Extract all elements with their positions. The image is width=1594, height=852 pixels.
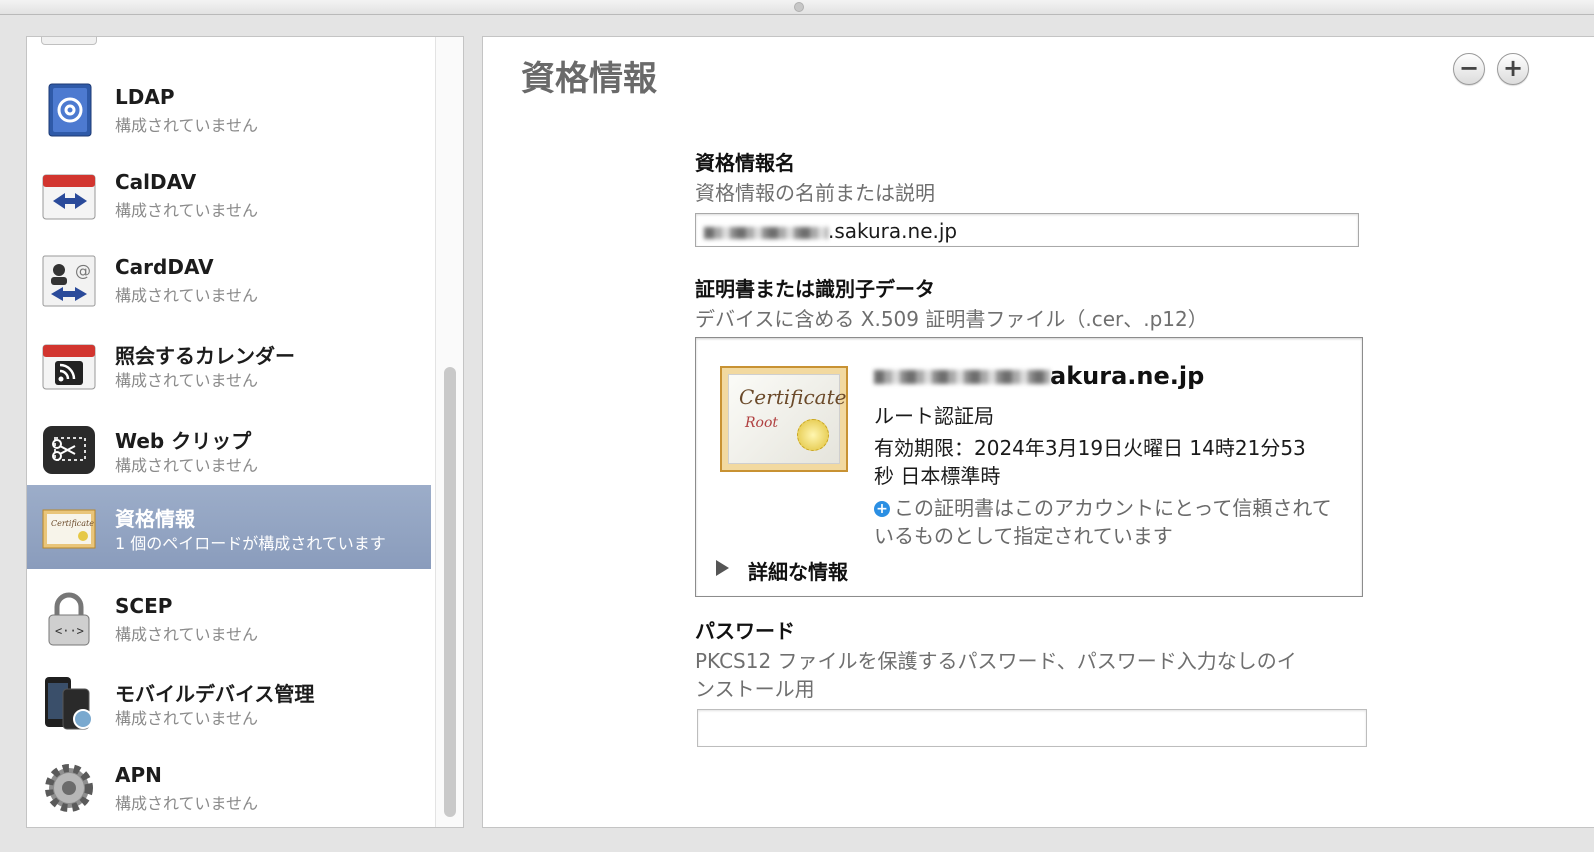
sidebar-item-title: 資格情報	[115, 507, 195, 531]
sidebar-item-status: 構成されていません	[115, 625, 259, 644]
sidebar-item-credentials[interactable]: Certificate 資格情報 1 個のペイロードが構成されています	[27, 485, 431, 569]
sidebar-item-status: 構成されていません	[115, 456, 259, 475]
sidebar-item-subscribed-calendar[interactable]: 照会するカレンダー 構成されていません	[27, 322, 431, 406]
password-description-line2: ンストール用	[695, 677, 815, 701]
sidebar-item-web-clip[interactable]: Web クリップ 構成されていません	[27, 407, 431, 491]
credential-name-input[interactable]: .sakura.ne.jp	[695, 213, 1359, 247]
sidebar-item-title: CardDAV	[115, 255, 214, 279]
sidebar-item-status: 1 個のペイロードが構成されています	[115, 534, 386, 553]
sidebar-item-ldap[interactable]: LDAP 構成されていません	[27, 67, 431, 151]
sidebar-item-status: 構成されていません	[115, 201, 259, 220]
credential-name-description: 資格情報の名前または説明	[695, 181, 935, 205]
sidebar-item-title: SCEP	[115, 594, 173, 618]
svg-text:Certificate: Certificate	[51, 519, 94, 528]
certificate-issuer: ルート認証局	[874, 404, 994, 428]
certificate-trust-status: + この証明書はこのアカウントにとって信頼されているものとして指定されています	[874, 496, 1332, 548]
webclip-scissors-icon	[43, 426, 95, 474]
sidebar-item-status: 構成されていません	[115, 286, 259, 305]
resize-handle[interactable]	[794, 2, 804, 12]
sidebar-item-title: Web クリップ	[115, 429, 252, 453]
cert-data-label: 証明書または識別子データ	[695, 277, 935, 301]
ldap-at-icon	[48, 83, 92, 137]
sidebar-scrollbar[interactable]	[435, 37, 463, 827]
credentials-panel: 資格情報 − + 資格情報名 資格情報の名前または説明 .sakura.ne.j…	[482, 36, 1594, 828]
certificate-icon: Certificate	[42, 509, 96, 549]
subscribed-calendar-icon	[42, 344, 96, 390]
sidebar-item-status: 構成されていません	[115, 709, 259, 728]
trust-plus-icon: +	[874, 501, 890, 517]
scep-lock-icon: <··>	[48, 592, 90, 646]
redacted-text	[704, 226, 828, 239]
sidebar-item-title: APN	[115, 763, 162, 787]
certificate-well[interactable]: Certificate Root akura.ne.jp ルート認証局 有効期限…	[695, 337, 1363, 597]
more-info-toggle[interactable]: 詳細な情報	[748, 556, 848, 585]
password-label: パスワード	[695, 619, 795, 643]
certificate-name: akura.ne.jp	[874, 362, 1204, 390]
remove-payload-button[interactable]: −	[1453, 53, 1485, 85]
certificate-image-text: Certificate	[739, 385, 847, 409]
certificate-expiry-line2: 秒 日本標準時	[874, 464, 1001, 488]
certificate-image: Certificate Root	[720, 366, 848, 472]
certificate-image-subtext: Root	[745, 415, 779, 431]
mdm-device-icon	[45, 677, 93, 730]
svg-text:@: @	[75, 261, 91, 280]
sidebar-scroll-thumb[interactable]	[444, 367, 456, 817]
credential-name-value: .sakura.ne.jp	[828, 219, 958, 243]
certificate-expiry-line1: 有効期限：2024年3月19日火曜日 14時21分53	[874, 436, 1306, 460]
cert-data-description: デバイスに含める X.509 証明書ファイル（.cer、.p12）	[695, 307, 1208, 331]
sidebar-item-title: 照会するカレンダー	[115, 344, 295, 368]
sidebar-item-status: 構成されていません	[115, 371, 259, 390]
svg-text:<··>: <··>	[55, 624, 84, 638]
sidebar-item-mdm[interactable]: モバイルデバイス管理 構成されていません	[27, 660, 431, 744]
certificate-seal-icon	[797, 419, 829, 451]
sidebar-item-caldav[interactable]: CalDAV 構成されていません	[27, 152, 431, 236]
caldav-calendar-icon	[42, 174, 96, 220]
sidebar-item-title: CalDAV	[115, 170, 197, 194]
password-description-line1: PKCS12 ファイルを保護するパスワード、パスワード入力なしのイ	[695, 649, 1297, 673]
sidebar-item-title: LDAP	[115, 85, 175, 109]
sidebar-item-carddav[interactable]: @ CardDAV 構成されていません	[27, 237, 431, 321]
carddav-contact-icon: @	[42, 255, 96, 307]
window-top-bar	[0, 0, 1594, 15]
sidebar-item-apn[interactable]: APN 構成されていません	[27, 745, 431, 827]
page-title: 資格情報	[521, 59, 657, 99]
password-input[interactable]	[697, 709, 1367, 747]
sidebar-item-title: モバイルデバイス管理	[115, 682, 315, 706]
credential-name-label: 資格情報名	[695, 151, 795, 175]
sidebar-item-scep[interactable]: <··> SCEP 構成されていません	[27, 576, 431, 660]
sidebar-item-status: 構成されていません	[115, 116, 259, 135]
add-payload-button[interactable]: +	[1497, 53, 1529, 85]
apn-gear-icon	[45, 764, 93, 812]
payload-sidebar: LDAP 構成されていません CalDAV 構成されていません @ CardDA…	[26, 36, 464, 828]
partial-item-icon	[41, 37, 97, 45]
disclosure-triangle-icon[interactable]	[716, 560, 729, 576]
redacted-text	[874, 370, 1050, 384]
sidebar-item-status: 構成されていません	[115, 794, 259, 813]
